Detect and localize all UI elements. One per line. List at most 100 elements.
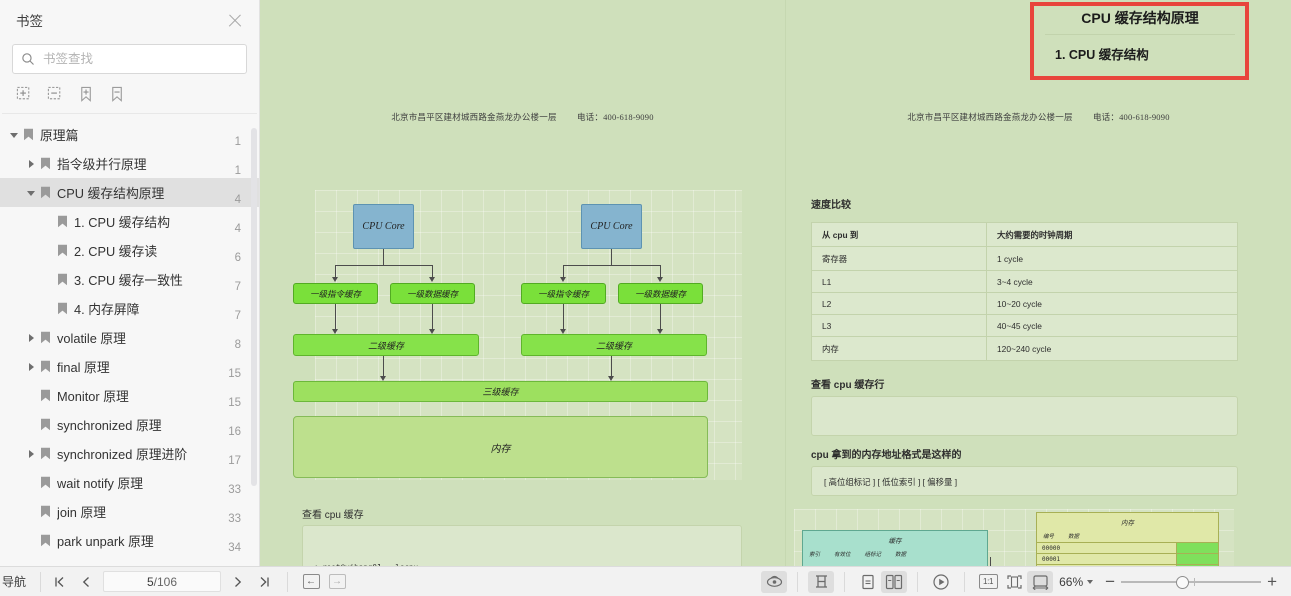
bookmark-item[interactable]: 4. 内存屏障 7 [0,294,259,323]
twisty-placeholder [44,304,54,314]
forward-arrow-icon[interactable]: → [324,571,350,593]
bookmark-label: CPU 缓存结构原理 [57,186,165,201]
cacheline-caption: 查看 cpu 缓存行 [811,380,885,391]
divider [40,571,41,592]
cpu-core-box-2: CPU Core [581,204,642,249]
bookmark-page-number: 1 [234,165,241,177]
twisty-open-icon[interactable] [27,188,37,198]
bookmark-label: final 原理 [57,360,110,375]
l1-instruction-cache-1: 一级指令缓存 [293,283,378,304]
zoom-level-dropdown[interactable]: 66% [1059,575,1094,589]
close-icon[interactable] [225,10,245,30]
bookmark-item[interactable]: 3. CPU 缓存一致性 7 [0,265,259,294]
bookmark-page-number: 33 [228,513,241,525]
fit-height-icon[interactable] [808,570,835,593]
bookmark-page-number: 4 [234,223,241,235]
last-page-icon[interactable] [251,571,277,593]
bookmark-icon [41,447,50,460]
cpu-core-box-1: CPU Core [353,204,414,249]
bottom-toolbar: 导航 5/106 ← → 1:1 66% − + [0,566,1291,596]
first-page-icon[interactable] [47,571,73,593]
bookmark-icon [41,157,50,170]
fit-page-icon[interactable] [1001,571,1027,593]
bookmark-label: 4. 内存屏障 [74,302,140,317]
presentation-icon[interactable] [928,571,954,593]
page-number-input[interactable]: 5/106 [103,571,221,592]
table-cell: L2 [811,292,987,315]
twisty-closed-icon[interactable] [27,449,37,459]
twisty-open-icon[interactable] [10,130,20,140]
remove-bookmark-icon[interactable] [109,86,126,103]
next-page-icon[interactable] [225,571,251,593]
bookmark-icon [58,215,67,228]
bookmark-page-number: 15 [228,397,241,409]
bookmark-item[interactable]: 原理篇 1 [0,120,259,149]
bookmark-icon [24,128,33,141]
mini-memory-box: 内存 编号 数据 000000000100010 [1036,512,1219,566]
bookmark-icon [58,273,67,286]
bookmark-search-input[interactable] [43,52,238,66]
bookmark-item[interactable]: final 原理 15 [0,352,259,381]
lscpu-code-block: ⚡ root@yihang01 ~ lscpu Architecture: x8… [302,525,742,566]
sidebar-title: 书签 [16,14,43,29]
actual-size-icon[interactable]: 1:1 [975,571,1001,593]
bookmark-item[interactable]: Monitor 原理 15 [0,381,259,410]
bookmark-item[interactable]: 1. CPU 缓存结构 4 [0,207,259,236]
bookmark-item[interactable]: synchronized 原理进阶 17 [0,439,259,468]
bookmark-page-number: 16 [228,426,241,438]
table-row: L1 3~4 cycle [811,270,1238,293]
bookmark-label: 指令级并行原理 [57,157,147,172]
fit-width-icon[interactable] [1027,570,1054,593]
l1-data-cache-1: 一级数据缓存 [390,283,475,304]
navigation-label[interactable]: 导航 [0,573,34,590]
zoom-in-button[interactable]: + [1267,573,1277,590]
table-cell: L1 [811,270,987,293]
mini-col-label: 有效位 [834,552,851,558]
expand-all-icon[interactable] [16,86,33,103]
table-header-row: 从 cpu 到 大约需要的时钟周期 [811,222,1238,247]
bookmark-label: volatile 原理 [57,331,126,346]
twisty-placeholder [27,420,37,430]
bookmark-page-number: 33 [228,484,241,496]
bookmark-page-number: 8 [234,339,241,351]
sidebar-scrollbar[interactable] [251,128,257,486]
twisty-placeholder [27,478,37,488]
bookmark-item[interactable]: 2. CPU 缓存读 6 [0,236,259,265]
twisty-placeholder [44,217,54,227]
zoom-slider-knob[interactable] [1175,575,1189,589]
add-bookmark-icon[interactable] [78,86,95,103]
bookmark-tree: 原理篇 1 指令级并行原理 1 CPU 缓存结构原理 4 1. CPU 缓存结构 4 2. CP… [0,114,259,566]
twisty-closed-icon[interactable] [27,362,37,372]
bookmark-page-number: 34 [228,542,241,554]
prev-page-icon[interactable] [73,571,99,593]
bookmark-item[interactable]: CPU 缓存结构原理 4 [0,178,259,207]
table-cell: 40~45 cycle [986,314,1238,337]
bookmark-item[interactable]: wait notify 原理 33 [0,468,259,497]
double-page-icon[interactable] [881,570,908,593]
bookmark-toolbar [2,74,257,114]
bookmark-item[interactable]: join 原理 33 [0,497,259,526]
mini-cache-columns: 索引 有效位 组标记 数据 [803,545,987,558]
eye-protection-icon[interactable] [761,570,788,593]
document-viewport[interactable]: 北京市昌平区建材城西路金燕龙办公楼一层 电话：400-618-9090 CPU … [260,0,1291,566]
table-row: 内存 120~240 cycle [811,336,1238,361]
bookmark-item[interactable]: synchronized 原理 16 [0,410,259,439]
zoom-out-button[interactable]: − [1105,573,1115,590]
bookmark-item[interactable]: volatile 原理 8 [0,323,259,352]
bookmark-search-box[interactable] [12,44,247,74]
bookmark-icon [41,360,50,373]
bookmark-label: Monitor 原理 [57,389,129,404]
bookmark-icon [41,476,50,489]
twisty-closed-icon[interactable] [27,333,37,343]
twisty-closed-icon[interactable] [27,159,37,169]
bookmark-item[interactable]: park unpark 原理 34 [0,526,259,555]
divider [797,571,799,592]
single-page-icon[interactable] [855,571,881,593]
bookmark-search-wrap [0,40,259,74]
zoom-slider[interactable] [1121,573,1262,591]
collapse-all-icon[interactable] [47,86,64,103]
l2-cache-1: 二级缓存 [293,334,479,356]
back-arrow-icon[interactable]: ← [298,571,324,593]
search-icon [22,53,34,65]
bookmark-item[interactable]: 指令级并行原理 1 [0,149,259,178]
